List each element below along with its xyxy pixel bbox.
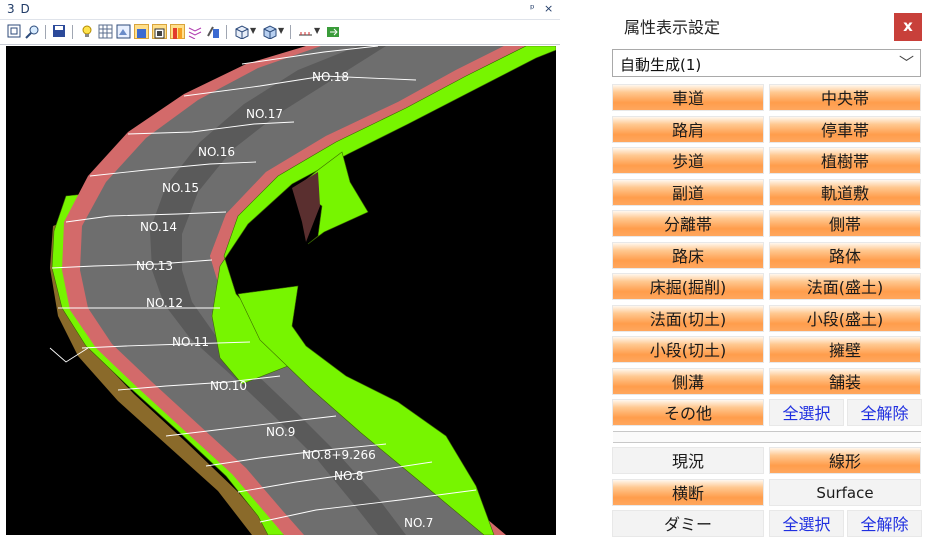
existing-button[interactable]: 現況 xyxy=(612,447,764,474)
station-label: NO.9 xyxy=(266,425,295,439)
close-icon[interactable]: × xyxy=(544,2,553,15)
attribute-toggle-button[interactable]: 停車帯 xyxy=(769,115,921,143)
attribute-toggle-button[interactable]: 側帯 xyxy=(769,210,921,237)
layer-icon[interactable] xyxy=(134,24,149,39)
export-icon[interactable] xyxy=(326,24,341,39)
attribute-toggle-button[interactable]: 中央帯 xyxy=(769,84,921,111)
chevron-down-icon[interactable]: ▼ xyxy=(250,26,256,35)
cube-view-icon[interactable] xyxy=(234,24,249,40)
view-icon[interactable] xyxy=(116,24,131,39)
texture-icon[interactable] xyxy=(152,24,167,39)
station-label: NO.17 xyxy=(246,107,283,121)
close-button[interactable]: x xyxy=(894,13,922,41)
cube-shade-icon[interactable] xyxy=(262,24,277,40)
select-all-button[interactable]: 全選択 xyxy=(769,399,844,426)
viewer-title: 3 D xyxy=(7,2,31,16)
attribute-toggle-button[interactable]: 軌道敷 xyxy=(769,178,921,206)
clear-all-button[interactable]: 全解除 xyxy=(847,399,922,426)
attribute-toggle-button[interactable]: 小段(切土) xyxy=(612,336,764,363)
zoom-icon[interactable] xyxy=(25,24,40,39)
attribute-toggle-button[interactable]: 法面(盛土) xyxy=(769,273,921,300)
attribute-panel: 属性表示設定 x 自動生成(1) ﹀ 車道 中央帯 路肩 停車帯 歩道 植樹帯 副道 軌道敷分… xyxy=(610,0,925,539)
surface-button[interactable]: Surface xyxy=(769,479,921,506)
attribute-toggle-button[interactable]: 副道 xyxy=(612,178,764,206)
station-label: NO.15 xyxy=(162,181,199,195)
attribute-toggle-button[interactable]: 分離帯 xyxy=(612,210,764,237)
hatch-icon[interactable] xyxy=(188,24,203,40)
zoom-fit-icon[interactable] xyxy=(7,24,22,39)
layer-select-all-button[interactable]: 全選択 xyxy=(769,510,844,537)
attribute-toggle-button[interactable]: 路体 xyxy=(769,241,921,269)
attribute-toggle-button[interactable]: 擁壁 xyxy=(769,336,921,363)
attribute-toggle-button[interactable]: 小段(盛土) xyxy=(769,304,921,332)
attribute-toggle-button[interactable]: 舗装 xyxy=(769,367,921,395)
attribute-toggle-button[interactable]: 歩道 xyxy=(612,147,764,174)
viewer-window: 3 D ᵖ × ▼ ▼ ▼ NO.18 NO.17 NO.16 NO.15 NO… xyxy=(0,0,560,539)
panel-divider xyxy=(613,431,921,443)
station-label: NO.7 xyxy=(404,516,433,530)
measure-icon[interactable] xyxy=(298,24,313,39)
station-label: NO.18 xyxy=(312,70,349,84)
viewer-toolbar: ▼ ▼ ▼ xyxy=(0,20,560,45)
dropdown-value: 自動生成(1) xyxy=(620,56,702,74)
station-label: NO.12 xyxy=(146,296,183,310)
attribute-toggle-button[interactable]: 植樹帯 xyxy=(769,147,921,174)
station-label: NO.11 xyxy=(172,335,209,349)
station-label: NO.13 xyxy=(136,259,173,273)
attribute-icon[interactable] xyxy=(170,24,185,39)
attribute-toggle-button[interactable]: 法面(切土) xyxy=(612,304,764,332)
pin-icon[interactable]: ᵖ xyxy=(530,2,535,15)
attribute-toggle-button[interactable]: 路床 xyxy=(612,241,764,269)
grid-icon[interactable] xyxy=(98,24,113,39)
other-button[interactable]: その他 xyxy=(612,399,764,426)
road-3d-model: NO.18 NO.17 NO.16 NO.15 NO.14 NO.13 NO.1… xyxy=(49,46,556,535)
attribute-toggle-button[interactable]: 床掘(掘削) xyxy=(612,273,764,300)
panel-title: 属性表示設定 xyxy=(624,18,721,37)
generation-dropdown[interactable]: 自動生成(1) ﹀ xyxy=(612,49,921,77)
attribute-toggle-button[interactable]: 車道 xyxy=(612,84,764,111)
station-label: NO.14 xyxy=(140,220,177,234)
station-label: NO.10 xyxy=(210,379,247,393)
chevron-down-icon[interactable]: ▼ xyxy=(314,26,320,35)
station-label: NO.8 xyxy=(334,469,363,483)
save-icon[interactable] xyxy=(52,24,67,39)
attribute-toggle-button[interactable]: 側溝 xyxy=(612,367,764,395)
viewer-titlebar: 3 D ᵖ × xyxy=(0,0,560,20)
retaining-wall-face xyxy=(292,172,320,242)
chevron-down-icon: ﹀ xyxy=(898,54,914,72)
dummy-button[interactable]: ダミー xyxy=(612,510,764,537)
layer-clear-all-button[interactable]: 全解除 xyxy=(847,510,922,537)
chevron-down-icon[interactable]: ▼ xyxy=(278,26,284,35)
station-label: NO.16 xyxy=(198,145,235,159)
cross-section-button[interactable]: 横断 xyxy=(612,479,764,506)
attribute-toggle-button[interactable]: 路肩 xyxy=(612,115,764,143)
settings-icon[interactable] xyxy=(206,24,221,39)
3d-viewport[interactable]: NO.18 NO.17 NO.16 NO.15 NO.14 NO.13 NO.1… xyxy=(6,46,556,535)
station-label: NO.8+9.266 xyxy=(302,448,376,462)
alignment-button[interactable]: 線形 xyxy=(769,447,921,474)
light-bulb-icon[interactable] xyxy=(80,24,95,39)
